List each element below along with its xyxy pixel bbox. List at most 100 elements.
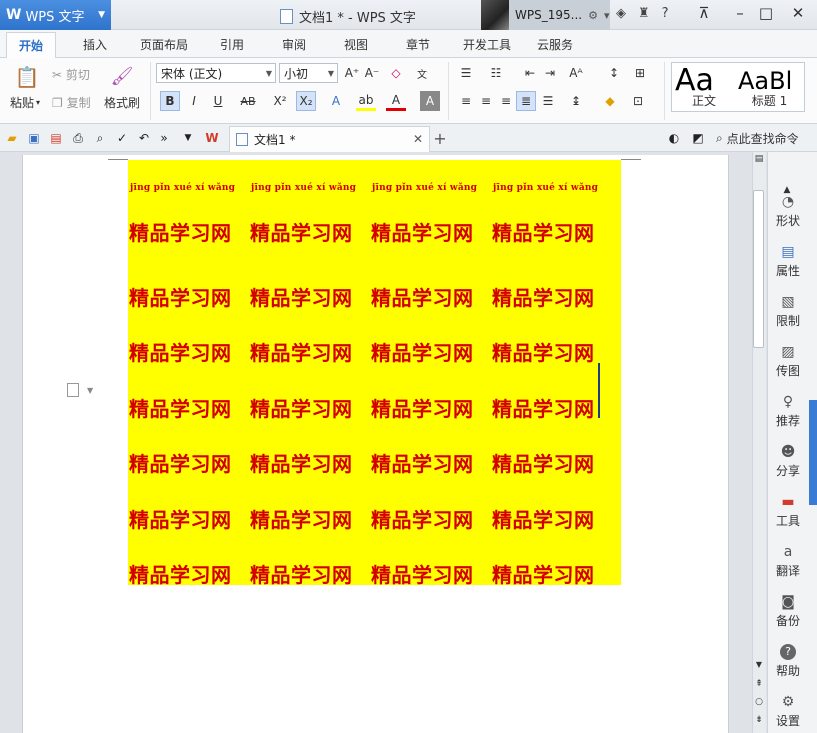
highlight-color-icon[interactable]: ab: [356, 91, 376, 111]
numbered-list-icon[interactable]: ☷: [486, 63, 506, 83]
phonetic-guide-icon[interactable]: 文: [412, 63, 432, 83]
skin-icon[interactable]: ◈: [616, 6, 626, 21]
app-menu-button[interactable]: W WPS 文字 ▼: [0, 0, 111, 30]
tab-insert[interactable]: 插入: [83, 36, 107, 53]
help-icon[interactable]: ?: [662, 6, 669, 21]
text-cell: 精品学习网: [129, 341, 232, 365]
distributed-align-icon[interactable]: ☰: [538, 91, 558, 111]
comment-icon[interactable]: ◩: [690, 130, 706, 146]
track-icon[interactable]: ◐: [666, 130, 682, 146]
document-outline-icon[interactable]: [67, 383, 79, 397]
sidepanel-item-upload-image[interactable]: ▨ 传图: [767, 344, 809, 379]
new-tab-icon[interactable]: +: [432, 129, 448, 148]
sidepanel-item-backup[interactable]: ◙ 备份: [767, 594, 809, 629]
sidepanel-item-translate[interactable]: a 翻译: [767, 544, 809, 579]
maximize-button[interactable]: □: [755, 4, 777, 22]
pinyin-row: jīng pǐn xué xí wǎng jīng pǐn xué xí wǎn…: [130, 183, 614, 193]
sidepanel-item-restrict[interactable]: ▧ 限制: [767, 294, 809, 329]
undo-icon[interactable]: ↶: [136, 130, 152, 146]
command-search[interactable]: ⌕ 点此查找命令: [716, 130, 799, 147]
style-heading-1[interactable]: AaBl 标题 1: [735, 62, 805, 112]
align-left-icon[interactable]: ≡: [456, 91, 476, 111]
bullet-list-icon[interactable]: ☰: [456, 63, 476, 83]
close-button[interactable]: ✕: [787, 4, 809, 22]
tab-cloud[interactable]: 云服务: [537, 36, 573, 53]
restore-icon[interactable]: ⊼: [693, 4, 715, 22]
open-folder-icon[interactable]: ▰: [4, 130, 20, 146]
superscript-button[interactable]: X²: [270, 91, 290, 111]
divider: [664, 62, 665, 120]
align-center-icon[interactable]: ≡: [476, 91, 496, 111]
scroll-down-icon[interactable]: ▼: [753, 658, 765, 670]
paste-button[interactable]: 粘贴 ▾: [10, 94, 40, 111]
user-account[interactable]: WPS_195... ⚙ ▾: [481, 0, 610, 30]
increase-indent-icon[interactable]: ⇥: [540, 63, 560, 83]
minimize-button[interactable]: –: [729, 4, 751, 22]
strikethrough-button[interactable]: AB: [238, 91, 258, 111]
print-preview-icon[interactable]: ⌕: [92, 130, 108, 146]
close-icon[interactable]: ✕: [413, 132, 423, 146]
document-tab[interactable]: 文档1 * ✕: [229, 126, 430, 152]
users-icon: ☻: [780, 444, 796, 460]
italic-button[interactable]: I: [184, 91, 204, 111]
shading-icon[interactable]: ◆: [600, 91, 620, 111]
font-color-icon[interactable]: A: [386, 91, 406, 111]
tab-page-layout[interactable]: 页面布局: [140, 36, 188, 53]
cut-button[interactable]: ✂ 剪切: [52, 66, 90, 83]
export-pdf-icon[interactable]: ▤: [48, 130, 64, 146]
more-icon[interactable]: »: [156, 130, 172, 146]
scrollbar-thumb[interactable]: [753, 190, 764, 348]
sidepanel-item-recommend[interactable]: ♀ 推荐: [767, 394, 809, 429]
sidepanel-item-help[interactable]: ? 帮助: [767, 644, 809, 679]
bold-button[interactable]: B: [160, 91, 180, 111]
clear-format-icon[interactable]: ◇: [386, 63, 406, 83]
shirt-icon[interactable]: ♜: [638, 6, 650, 21]
sidepanel-item-tools[interactable]: ▬ 工具: [767, 494, 809, 529]
scissors-icon: ✂: [52, 67, 63, 82]
chevron-down-icon: ▼: [98, 10, 105, 20]
wps-logo-icon[interactable]: W: [204, 130, 220, 146]
split-icon[interactable]: ▤: [753, 152, 765, 166]
underline-button[interactable]: U: [208, 91, 228, 111]
sidepanel-label: 帮助: [775, 664, 800, 678]
align-right-icon[interactable]: ≡: [496, 91, 516, 111]
text-row: 精品学习网 精品学习网 精品学习网 精品学习网: [129, 559, 613, 588]
borders-icon[interactable]: ⊡: [628, 91, 648, 111]
sidepanel-item-share[interactable]: ☻ 分享: [767, 444, 809, 479]
sidepanel-item-properties[interactable]: ▤ 属性: [767, 244, 809, 279]
font-size-select[interactable]: 小初 ▼: [279, 63, 338, 83]
next-page-icon[interactable]: ⇟: [753, 714, 765, 726]
tab-review[interactable]: 审阅: [282, 36, 306, 53]
format-painter-button[interactable]: 格式刷: [104, 94, 140, 111]
tab-references[interactable]: 引用: [220, 36, 244, 53]
toolbox-icon: ▬: [781, 494, 795, 510]
tab-view[interactable]: 视图: [344, 36, 368, 53]
panel-toggle-tab[interactable]: [809, 400, 817, 505]
image-icon: ▨: [781, 344, 795, 360]
shrink-font-icon[interactable]: A⁻: [362, 63, 382, 83]
save-icon[interactable]: ▣: [26, 130, 42, 146]
text-effect-icon[interactable]: A: [326, 91, 346, 111]
subscript-button[interactable]: X₂: [296, 91, 316, 111]
change-case-icon[interactable]: Aᴬ: [566, 63, 586, 83]
sidepanel-item-shapes[interactable]: ◔ 形状: [767, 194, 809, 229]
tab-home[interactable]: 开始: [6, 32, 57, 58]
decrease-indent-icon[interactable]: ⇤: [520, 63, 540, 83]
spell-check-icon[interactable]: ✓: [114, 130, 130, 146]
prev-page-icon[interactable]: ⇞: [753, 678, 765, 690]
grow-font-icon[interactable]: A⁺: [342, 63, 362, 83]
tab-developer[interactable]: 开发工具: [463, 36, 511, 53]
table-icon[interactable]: ⊞: [630, 63, 650, 83]
copy-button[interactable]: ❐ 复制: [52, 94, 91, 111]
select-browse-icon[interactable]: ○: [753, 696, 765, 708]
justify-icon[interactable]: ≣: [516, 91, 536, 111]
font-name-select[interactable]: 宋体 (正文) ▼: [156, 63, 276, 83]
sort-icon[interactable]: ↕: [604, 63, 624, 83]
tab-section[interactable]: 章节: [406, 36, 430, 53]
char-shading-icon[interactable]: A: [420, 91, 440, 111]
line-spacing-icon[interactable]: ↨: [566, 91, 586, 111]
style-normal[interactable]: Aa 正文: [671, 62, 737, 112]
sidepanel-item-settings[interactable]: ⚙ 设置: [767, 694, 809, 729]
chevron-down-icon[interactable]: ▼: [180, 130, 196, 146]
print-icon[interactable]: ⎙: [70, 130, 86, 146]
